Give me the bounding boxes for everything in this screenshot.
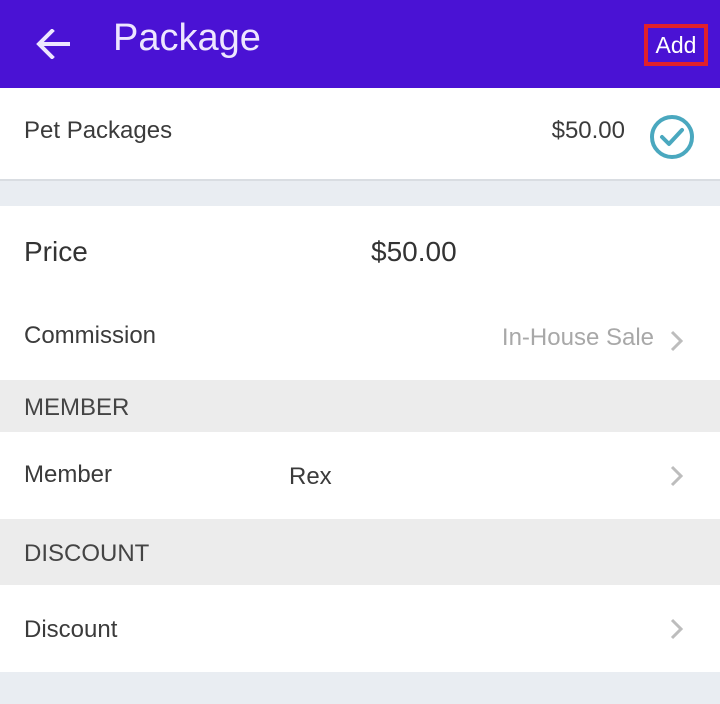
- app-bar: Package Add: [0, 0, 720, 88]
- discount-label: Discount: [24, 616, 118, 643]
- chevron-right-icon: [670, 330, 684, 352]
- price-value: $50.00: [371, 236, 457, 267]
- package-price: $50.00: [551, 117, 625, 144]
- chevron-right-icon: [670, 465, 684, 487]
- discount-section-header: DISCOUNT: [0, 519, 720, 585]
- member-row[interactable]: Member Rex: [0, 432, 720, 519]
- back-button[interactable]: [30, 22, 76, 66]
- discount-row[interactable]: Discount: [0, 585, 720, 672]
- page-title: Package: [113, 17, 261, 59]
- price-label: Price: [24, 236, 88, 267]
- price-card: Price $50.00 Commission In-House Sale: [0, 206, 720, 380]
- package-name: Pet Packages: [24, 117, 173, 144]
- member-label: Member: [24, 461, 113, 488]
- arrow-left-icon: [36, 29, 70, 59]
- member-section-header: MEMBER: [0, 380, 720, 432]
- member-header-label: MEMBER: [24, 394, 130, 421]
- chevron-right-icon: [670, 618, 684, 640]
- member-value: Rex: [289, 463, 332, 490]
- add-button[interactable]: Add: [644, 24, 708, 66]
- commission-label: Commission: [24, 322, 157, 349]
- discount-header-label: DISCOUNT: [24, 540, 150, 567]
- package-row[interactable]: Pet Packages $50.00: [0, 88, 720, 181]
- check-circle-icon[interactable]: [648, 113, 696, 161]
- commission-value: In-House Sale: [501, 324, 654, 351]
